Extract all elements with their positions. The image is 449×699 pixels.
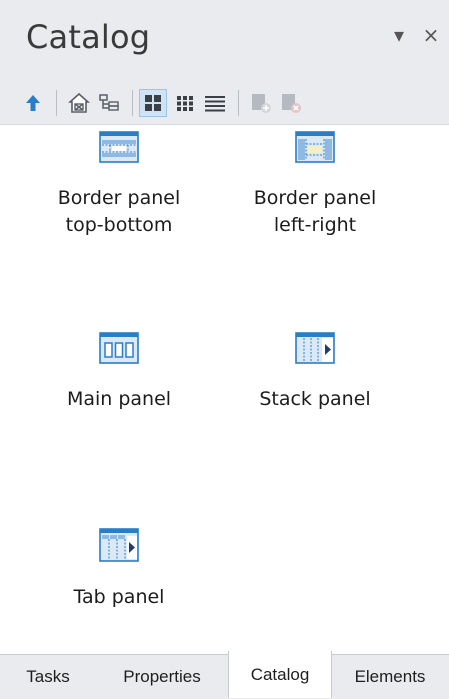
tab-label: Elements xyxy=(354,666,426,686)
catalog-item-label: Stack panel xyxy=(259,388,371,410)
tab-panel-icon xyxy=(99,528,139,562)
home-icon xyxy=(68,92,90,113)
remove-item-icon xyxy=(282,94,301,113)
catalog-items-area: Border panel top-bottom Border panel lef… xyxy=(0,125,449,654)
tab-label: Properties xyxy=(123,666,201,686)
toolbar-separator xyxy=(56,90,57,116)
tab-label: Tasks xyxy=(26,666,70,686)
triangle-down-icon[interactable]: ▾ xyxy=(388,23,410,47)
catalog-item-stack-panel[interactable]: Stack panel xyxy=(230,332,400,413)
toolbar-separator xyxy=(132,90,133,116)
catalog-item-main-panel[interactable]: Main panel xyxy=(34,332,204,413)
dropdown-glyph: ▾ xyxy=(393,23,405,47)
border-panel-left-right-icon xyxy=(295,131,335,163)
main-panel-icon xyxy=(99,332,139,364)
remove-item-button[interactable] xyxy=(278,90,304,116)
panel-title: Catalog xyxy=(26,18,151,56)
up-arrow-icon xyxy=(26,95,40,111)
tree-view-button[interactable] xyxy=(96,90,122,116)
up-button[interactable] xyxy=(20,90,46,116)
catalog-item-tab-panel[interactable]: Tab panel xyxy=(34,528,204,611)
add-item-icon xyxy=(252,94,271,113)
catalog-item-label: Border panel left-right xyxy=(253,187,377,236)
list-view-button[interactable] xyxy=(202,90,228,116)
tab-properties[interactable]: Properties xyxy=(96,655,228,698)
toolbar-separator xyxy=(238,90,239,116)
list-view-icon xyxy=(205,96,225,112)
tree-view-icon xyxy=(99,94,119,111)
home-button[interactable] xyxy=(66,90,92,116)
tab-label: Catalog xyxy=(250,664,310,684)
close-glyph: × xyxy=(422,23,440,47)
large-icons-view-icon xyxy=(145,95,161,111)
stack-panel-icon xyxy=(295,332,335,364)
add-item-button[interactable] xyxy=(248,90,274,116)
tab-catalog[interactable]: Catalog xyxy=(228,651,332,698)
large-icons-view-button[interactable] xyxy=(139,89,167,117)
small-icons-view-icon xyxy=(177,96,193,111)
catalog-item-label: Main panel xyxy=(66,388,172,410)
close-icon[interactable]: × xyxy=(420,23,442,47)
tab-tasks[interactable]: Tasks xyxy=(0,655,96,698)
catalog-toolbar xyxy=(0,82,449,125)
tab-elements[interactable]: Elements xyxy=(331,655,449,698)
bottom-tab-bar: Tasks Properties Catalog Elements xyxy=(0,651,449,699)
catalog-item-border-panel-top-bottom[interactable]: Border panel top-bottom xyxy=(34,131,204,239)
catalog-item-border-panel-left-right[interactable]: Border panel left-right xyxy=(230,131,400,239)
panel-header: Catalog ▾ × xyxy=(0,0,449,82)
border-panel-top-bottom-icon xyxy=(99,131,139,163)
small-icons-view-button[interactable] xyxy=(172,90,198,116)
catalog-item-label: Tab panel xyxy=(73,586,165,608)
catalog-item-label: Border panel top-bottom xyxy=(57,187,181,236)
